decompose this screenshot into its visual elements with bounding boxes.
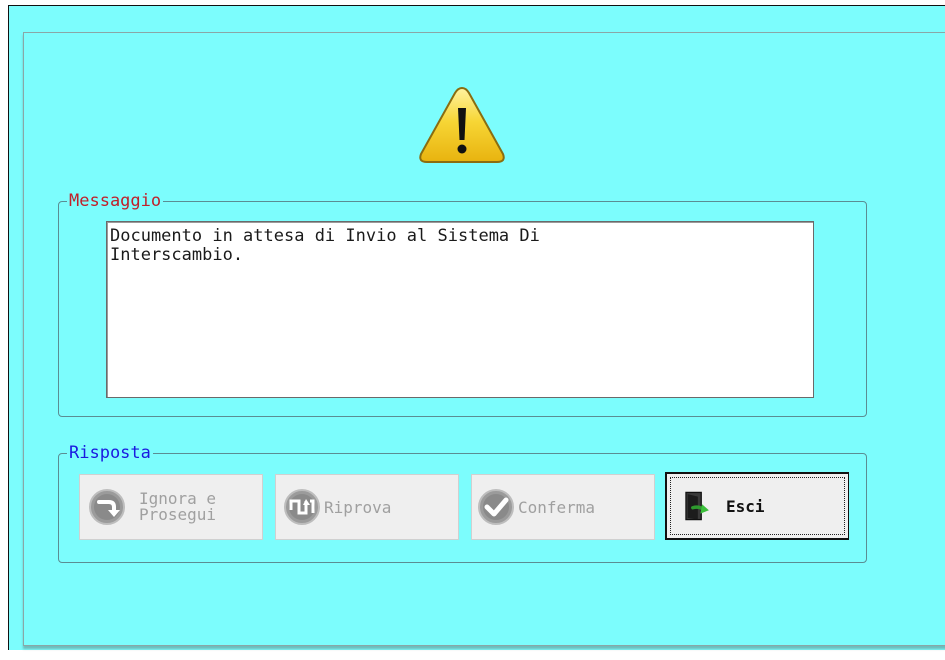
message-group-legend: Messaggio	[69, 191, 162, 211]
checkmark-icon	[478, 489, 514, 525]
ignore-and-continue-label: Ignora e Prosegui	[139, 489, 217, 524]
retry-arrows-icon	[284, 489, 320, 525]
ignore-and-continue-button[interactable]: Ignora e Prosegui	[79, 474, 263, 540]
warning-icon	[417, 84, 507, 166]
response-group-legend: Risposta	[69, 443, 151, 463]
confirm-button[interactable]: Conferma	[471, 474, 655, 540]
exit-button[interactable]: Esci	[665, 472, 849, 540]
retry-label: Riprova	[324, 497, 392, 517]
exit-label: Esci	[726, 496, 765, 516]
message-textarea[interactable]: Documento in attesa di Invio al Sistema …	[106, 221, 814, 398]
arrow-turn-icon	[89, 489, 125, 525]
retry-button[interactable]: Riprova	[275, 474, 459, 540]
confirm-label: Conferma	[518, 497, 596, 517]
exit-door-icon	[685, 491, 709, 521]
